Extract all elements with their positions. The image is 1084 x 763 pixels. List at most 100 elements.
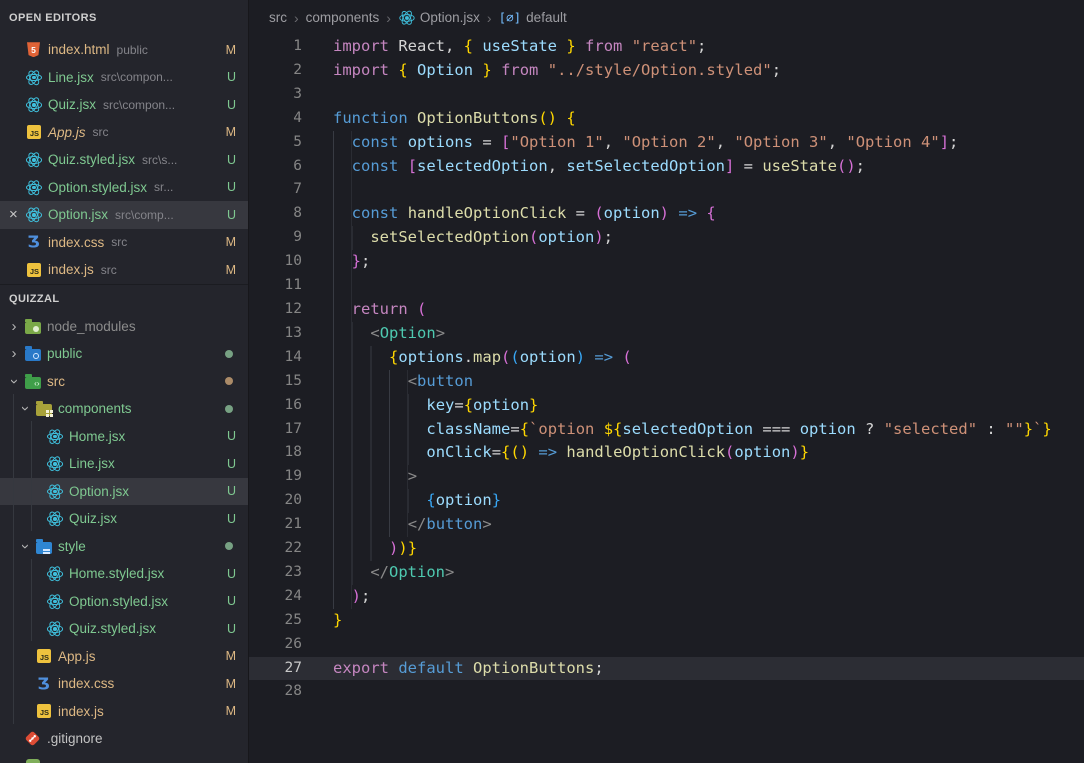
tree-row[interactable]: › src bbox=[0, 368, 248, 396]
indent-guide bbox=[333, 369, 408, 394]
file-name: Option.jsx bbox=[48, 207, 109, 223]
code-text[interactable]: </button> bbox=[302, 513, 492, 538]
code-text[interactable]: ); bbox=[302, 584, 370, 609]
file-name: Home.styled.jsx bbox=[69, 566, 165, 582]
code-text[interactable] bbox=[302, 83, 333, 107]
code-line: 3 bbox=[249, 83, 1084, 107]
folder-public-icon bbox=[24, 346, 41, 362]
code-text[interactable]: setSelectedOption(option); bbox=[302, 226, 613, 251]
tree-row[interactable]: Option.styled.jsx U bbox=[0, 588, 248, 616]
code-text[interactable] bbox=[302, 680, 333, 704]
code-text[interactable]: </Option> bbox=[302, 560, 454, 585]
tree-row[interactable]: › components bbox=[0, 395, 248, 423]
tree-row[interactable] bbox=[0, 753, 248, 763]
change-dot-badge bbox=[225, 349, 233, 358]
breadcrumb-item[interactable]: components bbox=[306, 10, 380, 25]
open-editor-row[interactable]: Ʒindex.css src M bbox=[0, 229, 248, 257]
open-editor-row[interactable]: JS App.js src M bbox=[0, 119, 248, 147]
indent-guide bbox=[333, 513, 408, 538]
code-text[interactable] bbox=[302, 274, 352, 298]
open-editor-row[interactable]: JS index.js src M bbox=[0, 256, 248, 284]
folder-src-icon bbox=[24, 373, 41, 390]
tree-row[interactable]: .gitignore bbox=[0, 725, 248, 753]
code-text[interactable]: className={`option ${selectedOption === … bbox=[302, 417, 1052, 442]
code-text[interactable]: onClick={() => handleOptionClick(option)… bbox=[302, 441, 809, 466]
line-number: 4 bbox=[293, 109, 302, 126]
breadcrumb-item[interactable]: src bbox=[269, 10, 287, 25]
code-text[interactable]: }; bbox=[302, 250, 370, 275]
indent-guide bbox=[333, 584, 352, 609]
code-text[interactable] bbox=[302, 178, 352, 203]
tree-row[interactable]: Ʒindex.css M bbox=[0, 670, 248, 698]
code-text[interactable]: export default OptionButtons; bbox=[302, 657, 604, 681]
code-text[interactable]: <button bbox=[302, 369, 473, 394]
git-status-badge: U bbox=[226, 484, 236, 499]
tree-row[interactable]: Quiz.styled.jsx U bbox=[0, 615, 248, 643]
tree-row[interactable]: Option.jsx U bbox=[0, 477, 248, 505]
indent-guide bbox=[333, 321, 371, 346]
tree-row[interactable]: › style bbox=[0, 533, 248, 561]
git-status-badge: U bbox=[226, 70, 236, 85]
code-text[interactable]: <Option> bbox=[302, 321, 445, 346]
code-text[interactable]: key={option} bbox=[302, 393, 538, 418]
code-text[interactable]: const handleOptionClick = (option) => { bbox=[302, 202, 716, 227]
open-editor-row[interactable]: Option.styled.jsx sr... U bbox=[0, 174, 248, 202]
file-path: src bbox=[111, 235, 128, 250]
code-line: 9 setSelectedOption(option); bbox=[249, 226, 1084, 251]
line-number: 18 bbox=[284, 444, 302, 461]
tree-row[interactable]: Line.jsx U bbox=[0, 450, 248, 478]
tree-row[interactable]: › node_modules bbox=[0, 313, 248, 341]
editor-pane: src › components › Option.jsx › [∅] default 1 im… bbox=[249, 0, 1084, 763]
git-status-badge: M bbox=[225, 262, 236, 277]
change-dot-badge bbox=[225, 542, 233, 551]
code-area[interactable]: 1 import React, { useState } from "react"… bbox=[249, 35, 1084, 763]
close-icon[interactable]: × bbox=[9, 207, 18, 222]
tree-row[interactable]: JS App.js M bbox=[0, 643, 248, 671]
code-text[interactable]: const [selectedOption, setSelectedOption… bbox=[302, 154, 865, 179]
file-path: src\compon... bbox=[103, 97, 176, 112]
tree-row[interactable]: Quiz.jsx U bbox=[0, 505, 248, 533]
html-icon: 5 bbox=[27, 42, 40, 58]
tree-row[interactable]: Home.jsx U bbox=[0, 423, 248, 451]
code-text[interactable]: function OptionButtons() { bbox=[302, 107, 576, 131]
line-number: 12 bbox=[284, 300, 302, 317]
open-editor-row[interactable]: Quiz.styled.jsx src\s... U bbox=[0, 146, 248, 174]
open-editors-header[interactable]: OPEN EDITORS bbox=[0, 0, 248, 36]
git-status-badge: M bbox=[225, 42, 236, 57]
code-text[interactable]: {options.map((option) => ( bbox=[302, 345, 632, 370]
folder-components-icon bbox=[35, 400, 52, 417]
file-name: Line.jsx bbox=[48, 69, 94, 85]
open-editor-row[interactable]: × Option.jsx src\comp... U bbox=[0, 201, 248, 229]
project-header[interactable]: QUIZZAL bbox=[0, 283, 248, 313]
breadcrumb-item[interactable]: default bbox=[526, 10, 567, 25]
code-text[interactable]: > bbox=[302, 465, 417, 490]
code-text[interactable]: import React, { useState } from "react"; bbox=[302, 35, 706, 59]
line-number: 5 bbox=[293, 133, 302, 150]
open-editor-row[interactable]: Quiz.jsx src\compon... U bbox=[0, 91, 248, 119]
file-name: node_modules bbox=[47, 318, 136, 334]
code-text[interactable]: } bbox=[302, 609, 342, 633]
react-icon bbox=[25, 151, 42, 169]
open-editor-row[interactable]: Line.jsx src\compon... U bbox=[0, 64, 248, 92]
indent-guide bbox=[333, 489, 427, 514]
code-text[interactable] bbox=[302, 633, 333, 657]
code-text[interactable]: ))} bbox=[302, 537, 417, 561]
code-text[interactable]: return ( bbox=[302, 297, 426, 322]
code-text[interactable]: {option} bbox=[302, 489, 501, 514]
tree-row[interactable]: › public bbox=[0, 340, 248, 368]
line-number: 15 bbox=[284, 372, 302, 389]
file-name: index.css bbox=[48, 234, 105, 250]
react-icon bbox=[46, 592, 63, 611]
react-icon bbox=[46, 510, 63, 528]
react-icon bbox=[25, 68, 42, 87]
react-icon bbox=[46, 455, 63, 473]
change-dot-badge bbox=[225, 377, 233, 386]
code-text[interactable]: import { Option } from "../style/Option.… bbox=[302, 59, 781, 83]
tree-row[interactable]: JS index.js M bbox=[0, 698, 248, 726]
open-editor-row[interactable]: 5 index.html public M bbox=[0, 36, 248, 64]
tree-row[interactable]: Home.styled.jsx U bbox=[0, 560, 248, 588]
breadcrumb-item[interactable]: Option.jsx bbox=[420, 10, 480, 25]
chevron-right-icon: › bbox=[11, 317, 17, 335]
code-line: 27 export default OptionButtons; bbox=[249, 656, 1084, 681]
code-text[interactable]: const options = ["Option 1", "Option 2",… bbox=[302, 130, 958, 155]
